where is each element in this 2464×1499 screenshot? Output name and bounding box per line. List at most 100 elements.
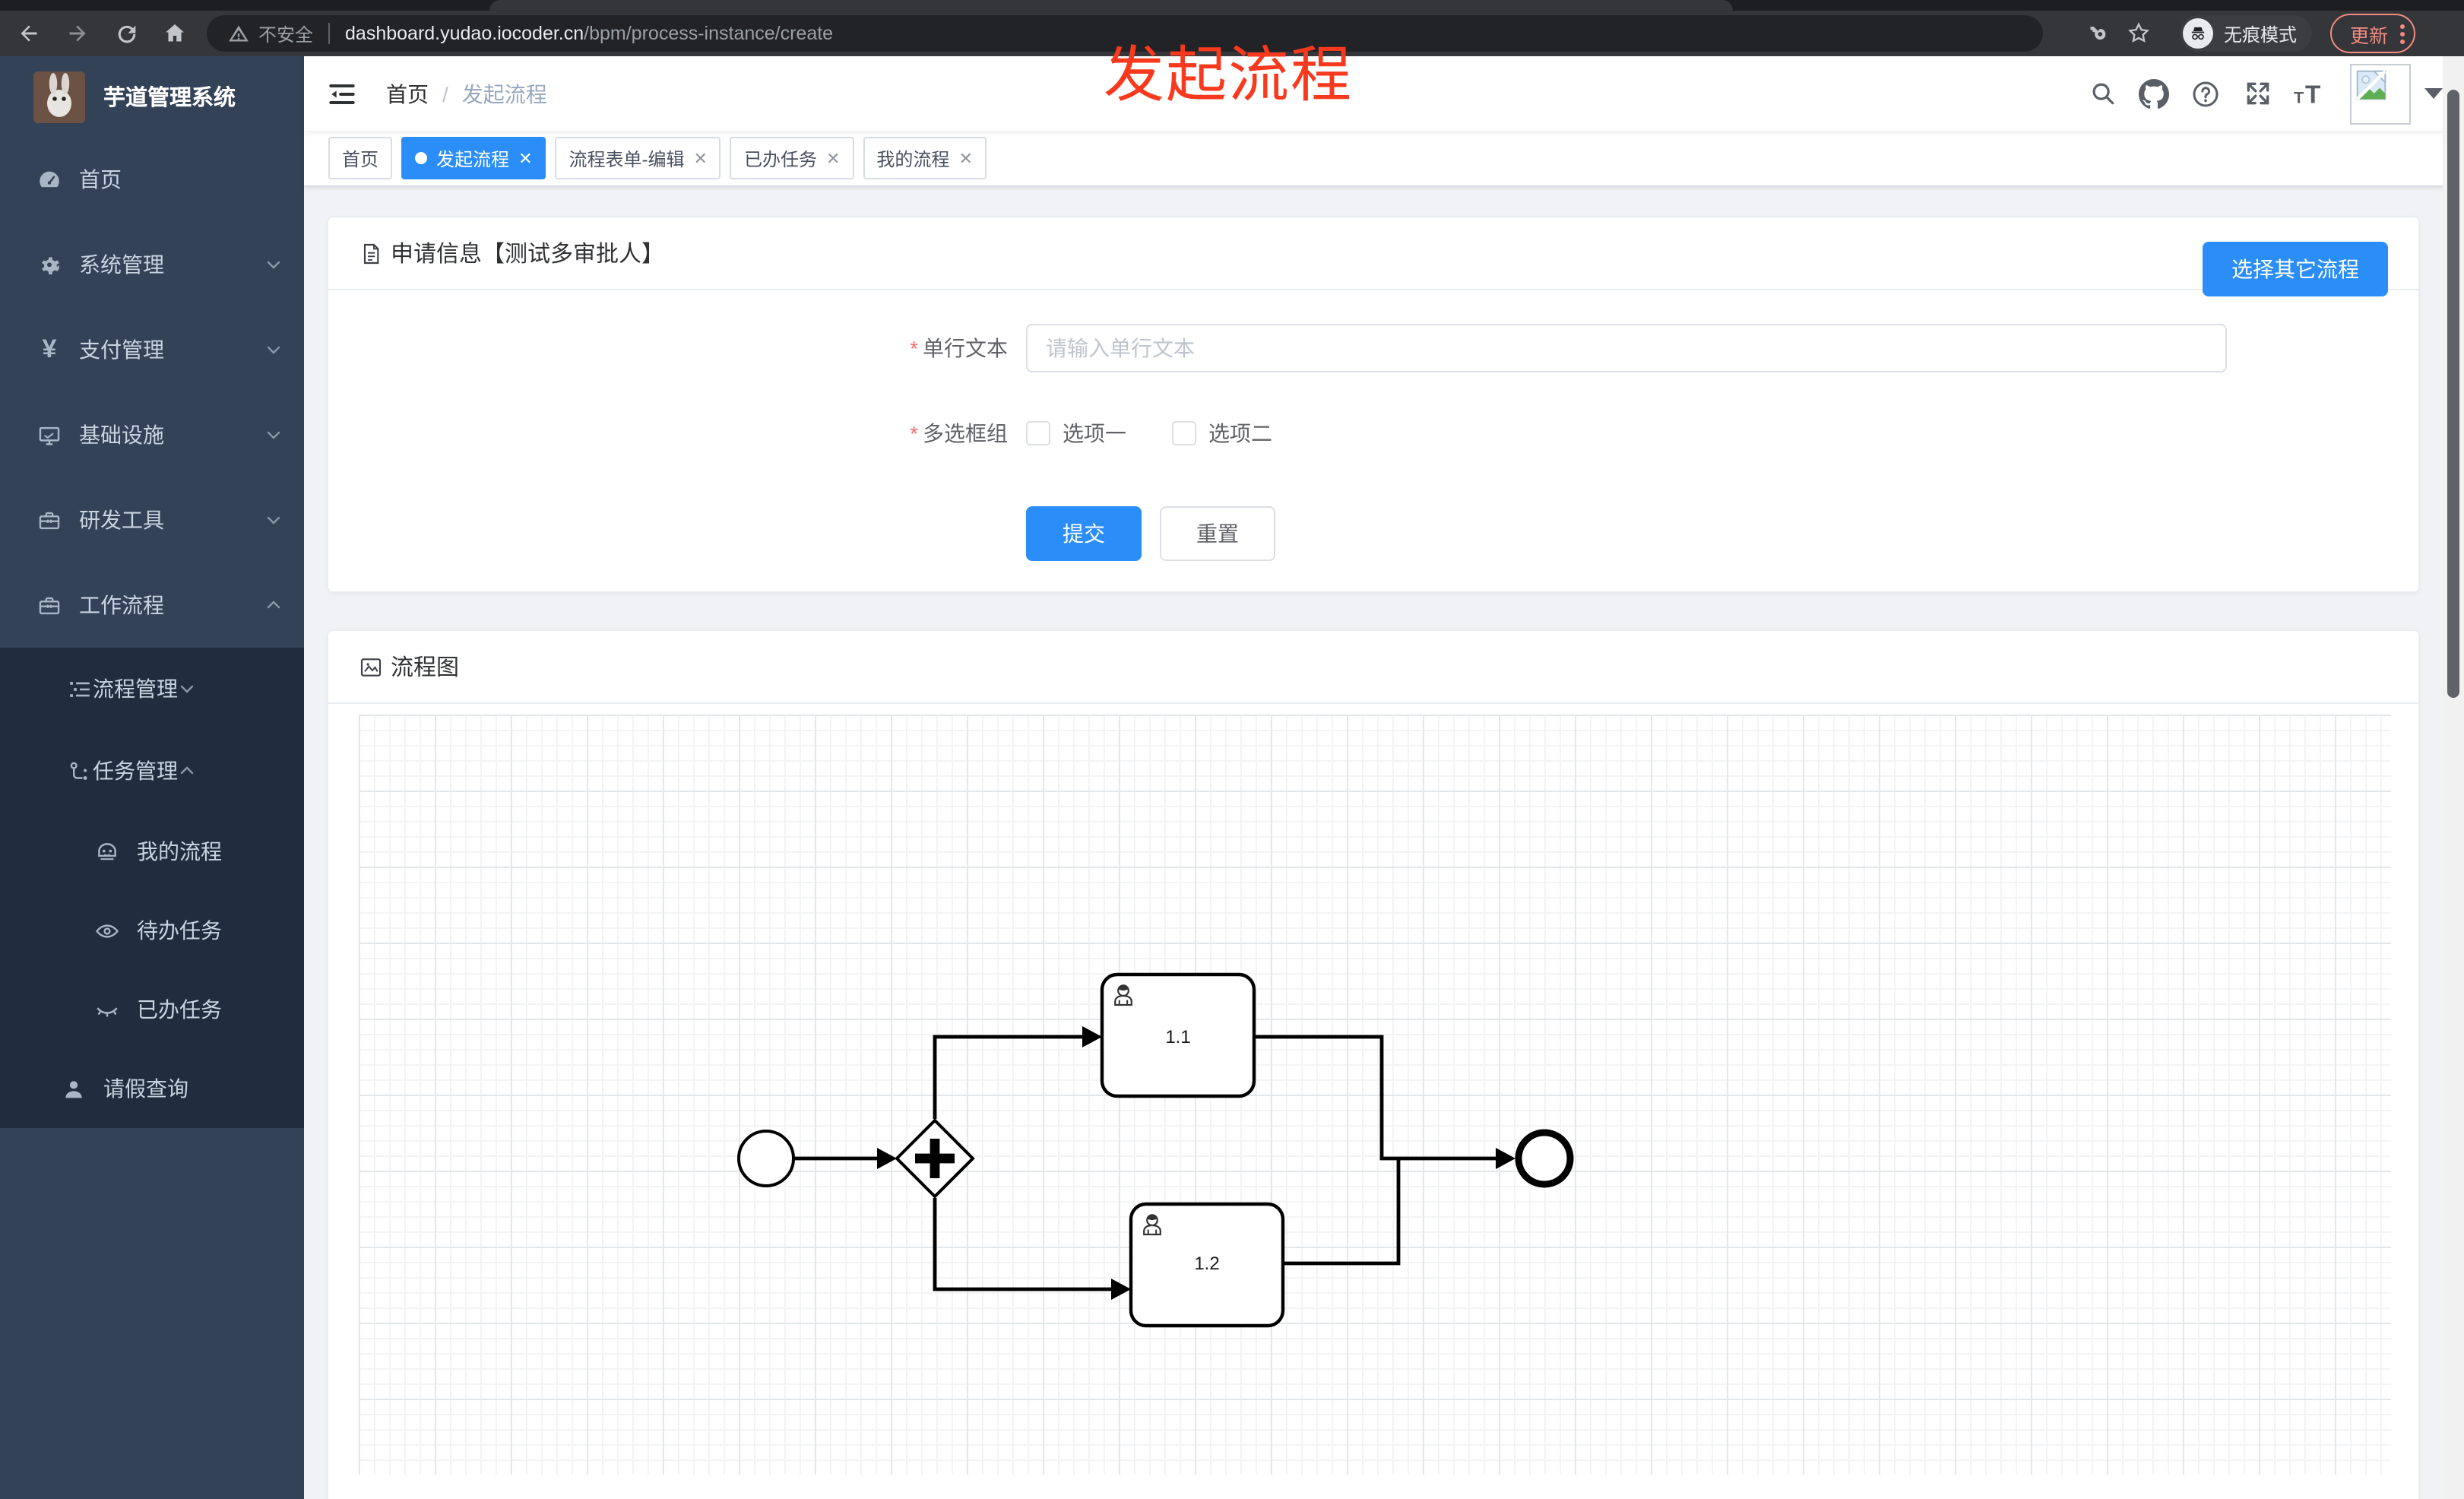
apply-form: *单行文本 *多选框组 选项一 [328,290,2418,591]
incognito-icon [2183,18,2213,49]
close-icon[interactable]: ✕ [518,148,532,168]
app-logo-row[interactable]: 芋道管理系统 [0,56,304,137]
sidebar-item-workflow[interactable]: 工作流程 [0,563,304,648]
avatar-caret-icon[interactable] [2424,88,2443,99]
collapse-sidebar-icon[interactable] [325,77,359,110]
back-icon[interactable] [9,14,49,53]
diagram-body: 1.1 1.2 [328,704,2418,1475]
screen: 不安全 dashboard.yudao.iocoder.cn/bpm/proce… [0,0,2464,1499]
sidebar-item-done-tasks[interactable]: 已办任务 [0,970,304,1049]
tree-list-icon [67,676,93,702]
close-icon[interactable]: ✕ [694,148,708,168]
choose-other-process-button[interactable]: 选择其它流程 [2203,242,2388,296]
toolbox-icon [36,507,62,533]
browser-menu-icon[interactable] [2400,22,2405,45]
active-dot [415,152,428,164]
checkbox-option-1[interactable]: 选项一 [1026,418,1126,448]
chevron-down-icon [178,680,196,698]
bpmn-end-event[interactable] [1515,1129,1574,1188]
close-icon[interactable]: ✕ [826,148,840,168]
sidebar-item-devtools[interactable]: 研发工具 [0,477,304,563]
chevron-up-icon [178,762,196,780]
page-scrollbar[interactable] [2443,56,2464,1499]
apply-info-header: 申请信息【测试多审批人】 选择其它流程 [328,217,2418,296]
tab-home[interactable]: 首页 [328,137,393,179]
bpmn-canvas[interactable]: 1.1 1.2 [359,715,2391,1475]
url-path: /bpm/process-instance/create [584,23,834,44]
bpmn-user-task-1-1[interactable]: 1.1 [1100,972,1256,1098]
breadcrumb-current: 发起流程 [461,81,547,106]
url-separator [328,23,331,44]
help-icon[interactable] [2180,68,2231,119]
tab-done-tasks[interactable]: 已办任务 ✕ [730,137,854,179]
eye-open-icon [94,917,120,943]
reset-button[interactable]: 重置 [1160,506,1275,561]
gear-icon [36,252,62,277]
checkbox-icon[interactable] [1172,421,1196,445]
fullscreen-icon[interactable] [2231,68,2283,119]
sidebar-item-home[interactable]: 首页 [0,137,304,222]
warning-icon [229,25,249,42]
broken-image-icon [2356,69,2386,100]
sidebar-item-my-process[interactable]: 我的流程 [0,812,304,891]
bookmark-star-icon[interactable] [2119,14,2158,53]
sidebar: 芋道管理系统 首页 系统管理 ¥ 支付管理 基础设施 研发工具 工作流程 流程管… [0,56,304,1499]
task-1-1-label: 1.1 [1165,1027,1190,1047]
sidebar-item-process-management[interactable]: 流程管理 [0,648,304,730]
chevron-down-icon [264,426,283,444]
bpmn-diagram: 1.1 1.2 [737,972,1574,1328]
chevron-up-icon [264,596,283,614]
annotation-title: 发起流程 [1104,43,1353,109]
sidebar-item-infrastructure[interactable]: 基础设施 [0,392,304,477]
monitor-icon [36,422,62,448]
submit-button[interactable]: 提交 [1026,506,1142,561]
checkbox-option-2[interactable]: 选项二 [1172,418,1272,448]
required-asterisk: * [910,336,918,360]
field-label-text: * 单行文本 [910,336,1008,360]
home-icon[interactable] [155,14,195,53]
checkbox-group: 选项一 选项二 [1026,409,1318,458]
sidebar-item-system[interactable]: 系统管理 [0,222,304,307]
font-size-icon[interactable]: TT [2283,68,2335,119]
chevron-down-icon [264,341,283,359]
picture-icon [359,654,383,679]
incognito-badge: 无痕模式 [2180,15,2313,52]
update-button[interactable]: 更新 [2330,14,2416,53]
svg-text:T: T [2305,81,2320,109]
key-icon[interactable] [2076,14,2116,53]
required-asterisk: * [910,421,918,445]
bpmn-start-event[interactable] [737,1130,795,1187]
app-header: 首页 / 发起流程 TT [304,56,2464,131]
breadcrumb: 首页 / 发起流程 [386,78,547,109]
sidebar-item-leave-query[interactable]: 请假查询 [0,1049,304,1128]
tags-view: 首页 发起流程 ✕ 流程表单-编辑 ✕ 已办任务 ✕ 我的流程 ✕ [304,131,2464,187]
forward-icon[interactable] [58,14,97,53]
single-line-text-input[interactable] [1026,324,2227,372]
reload-icon[interactable] [106,14,146,53]
apply-info-card: 申请信息【测试多审批人】 选择其它流程 *单行文本 *多选框组 [327,216,2420,593]
tab-my-process[interactable]: 我的流程 ✕ [863,137,987,179]
checkbox-icon[interactable] [1026,421,1050,445]
github-icon[interactable] [2128,68,2180,119]
sidebar-item-payment[interactable]: ¥ 支付管理 [0,307,304,392]
search-icon[interactable] [2076,68,2128,119]
flow-branch-icon [67,758,93,784]
browser-active-tab[interactable] [489,0,1733,11]
breadcrumb-home[interactable]: 首页 [386,78,429,109]
tab-form-edit[interactable]: 流程表单-编辑 ✕ [555,137,721,179]
bpmn-user-task-1-2[interactable]: 1.2 [1129,1202,1285,1328]
tab-create-process[interactable]: 发起流程 ✕ [401,137,546,179]
diagram-title: 流程图 [391,655,460,681]
eye-closed-icon [94,997,120,1022]
close-icon[interactable]: ✕ [958,148,972,168]
diagram-header: 流程图 [328,631,2418,704]
sidebar-item-todo-tasks[interactable]: 待办任务 [0,891,304,970]
sidebar-item-task-management[interactable]: 任务管理 [0,730,304,812]
apply-info-title: 申请信息【测试多审批人】 [391,242,665,268]
scrollbar-thumb[interactable] [2447,90,2459,698]
dashboard-icon [36,166,62,192]
document-icon [359,241,383,265]
incognito-label: 无痕模式 [2224,24,2298,45]
avatar[interactable] [2350,63,2411,124]
svg-text:T: T [2294,87,2304,106]
